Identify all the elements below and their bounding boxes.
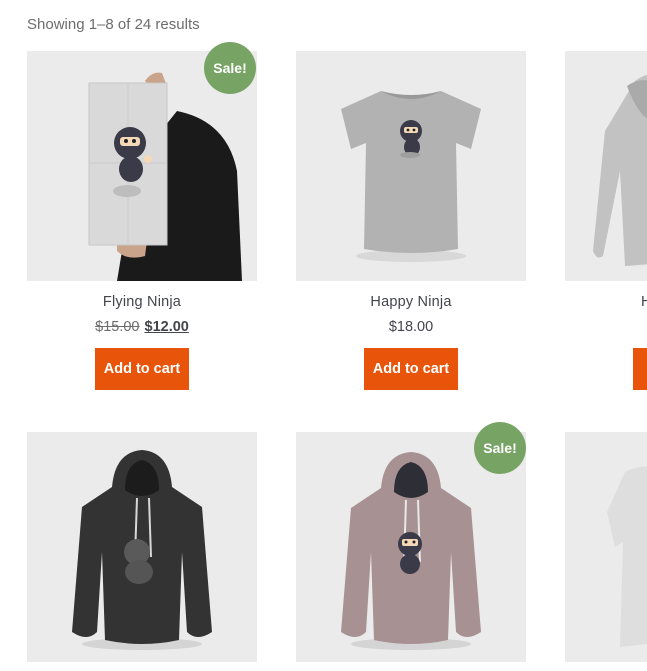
product-image-link[interactable] bbox=[565, 51, 647, 281]
add-to-cart-button[interactable]: A bbox=[633, 348, 647, 390]
product-card bbox=[565, 432, 647, 662]
old-price: $15.00 bbox=[95, 319, 140, 335]
product-list-page: Showing 1–8 of 24 results Sale! Flying N… bbox=[0, 0, 647, 671]
regular-price: $18.00 bbox=[388, 319, 434, 335]
tshirt-icon bbox=[296, 51, 526, 281]
product-card bbox=[27, 432, 257, 662]
add-to-cart-button[interactable]: Add to cart bbox=[364, 348, 458, 390]
tshirt-icon bbox=[565, 432, 647, 662]
product-card: H A bbox=[565, 51, 647, 390]
hoodie-icon bbox=[565, 51, 647, 281]
product-title[interactable]: H bbox=[565, 294, 647, 310]
sale-badge: Sale! bbox=[204, 42, 256, 94]
product-image-link[interactable] bbox=[296, 51, 526, 281]
product-image-link[interactable] bbox=[565, 432, 647, 662]
product-image-link[interactable] bbox=[27, 432, 257, 662]
product-card: Sale! bbox=[296, 422, 526, 662]
product-card: Happy Ninja $18.00 Add to cart bbox=[296, 51, 526, 390]
sale-price: $12.00 bbox=[144, 319, 189, 335]
sale-badge: Sale! bbox=[474, 422, 526, 474]
product-price bbox=[565, 319, 647, 335]
product-title[interactable]: Flying Ninja bbox=[27, 294, 257, 310]
product-title[interactable]: Happy Ninja bbox=[296, 294, 526, 310]
add-to-cart-button[interactable]: Add to cart bbox=[95, 348, 189, 390]
product-price: $18.00 bbox=[296, 319, 526, 335]
hoodie-icon bbox=[27, 432, 257, 662]
product-card: Sale! Flying Ninja $15.00 $12.00 Add to c… bbox=[27, 42, 257, 390]
product-price: $15.00 $12.00 bbox=[27, 319, 257, 335]
result-count: Showing 1–8 of 24 results bbox=[27, 16, 200, 33]
